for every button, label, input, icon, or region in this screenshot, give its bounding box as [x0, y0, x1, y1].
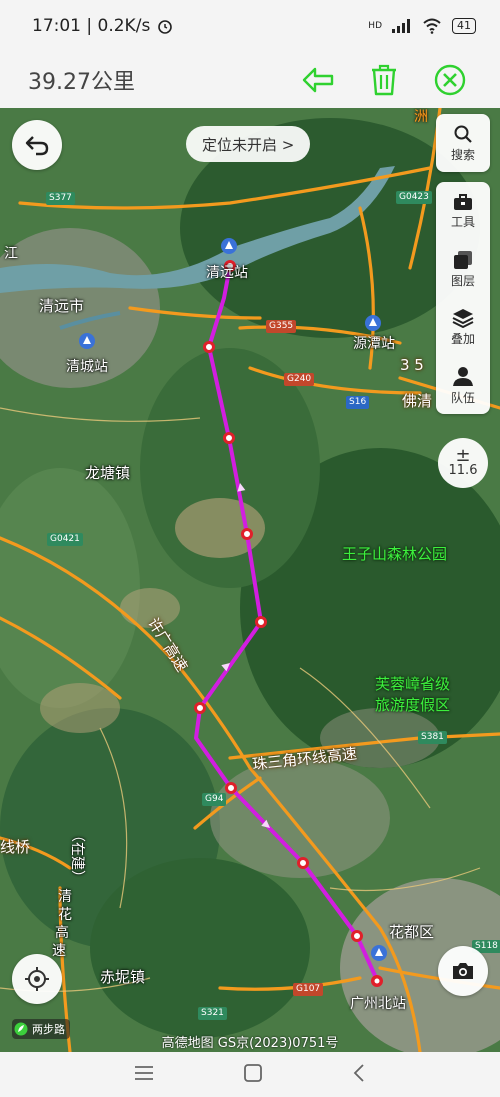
signal-icon [392, 19, 410, 33]
hd-label: HD [368, 21, 382, 31]
nav-home-button[interactable] [243, 1063, 263, 1087]
close-button[interactable] [428, 58, 472, 102]
label-furong-2: 旅游度假区 [375, 696, 451, 714]
shield-g94: G94 [202, 793, 227, 806]
label-yuantan-station: 源潭站 [353, 336, 395, 352]
shield-s321: S321 [198, 1007, 227, 1020]
label-three-five: 3 5 [400, 356, 424, 374]
locate-me-button[interactable] [12, 954, 62, 1004]
back-chevron-icon [353, 1063, 364, 1082]
tool-toolbox-label: 工具 [450, 214, 475, 229]
tool-layers[interactable]: 图层 [436, 240, 490, 298]
nav-back-button[interactable] [352, 1063, 366, 1087]
team-icon [453, 366, 473, 386]
crosshair-icon [25, 967, 49, 991]
tool-overlay[interactable]: 叠加 [436, 298, 490, 356]
label-qinghua-3: 高 [55, 925, 69, 941]
shield-g355: G355 [266, 320, 297, 333]
app-bar: 39.27公里 [0, 52, 500, 108]
label-qinghua-2: 花 [58, 907, 72, 923]
search-panel: 搜索 [436, 114, 490, 172]
shield-s381: S381 [418, 731, 447, 744]
tools-panel: 工具 图层 叠加 队伍 [436, 182, 490, 414]
layers-icon [454, 250, 472, 269]
tool-layers-label: 图层 [450, 273, 475, 288]
zoom-control[interactable]: ± 11.6 [438, 438, 488, 488]
label-river-jiang: 江 [4, 246, 18, 262]
camera-icon [453, 963, 473, 979]
shield-g0421: G0421 [47, 533, 83, 546]
map-back-button[interactable] [12, 120, 62, 170]
map-view[interactable]: 清远站 清远市 清城站 源潭站 龙塘镇 王子山森林公园 芙蓉嶂省级 旅游度假区 … [0, 108, 500, 1052]
label-wangzishan: 王子山森林公园 [342, 545, 448, 563]
shield-g107: G107 [293, 983, 324, 996]
label-top: 洲 [414, 109, 428, 125]
battery-indicator: 41 [452, 18, 476, 34]
close-circle-icon [434, 64, 466, 96]
home-square-icon [244, 1063, 262, 1082]
tool-search-label: 搜索 [450, 147, 475, 162]
shield-g240: G240 [284, 373, 315, 386]
map-credit: 高德地图 GS京(2023)0751号 [161, 1036, 339, 1051]
shield-s16: S16 [346, 396, 370, 409]
location-disabled-text: 定位未开启 > [202, 135, 295, 154]
arrow-left-icon [302, 67, 334, 93]
delete-button[interactable] [362, 58, 406, 102]
label-qingyuan-station: 清远站 [206, 265, 248, 281]
zoom-sign: ± [455, 445, 471, 466]
tool-toolbox[interactable]: 工具 [436, 182, 490, 240]
label-qingcheng-station: 清城站 [66, 359, 108, 375]
zoom-level: 11.6 [448, 463, 478, 478]
stack-icon [452, 308, 474, 328]
label-fo-qing: 佛清 [402, 392, 433, 410]
track-distance: 39.27公里 [28, 70, 135, 95]
camera-button[interactable] [438, 946, 488, 996]
tool-search[interactable]: 搜索 [436, 114, 490, 172]
tool-team-label: 队伍 [450, 390, 475, 405]
system-nav-bar [0, 1052, 500, 1097]
label-qinghua-1: 清 [58, 889, 72, 905]
status-time-speed: 17:01 | 0.2K/s [32, 16, 151, 36]
label-qinghua-4: 速 [52, 943, 66, 959]
label-guangzhou-north: 广州北站 [350, 996, 406, 1012]
wifi-icon [423, 18, 441, 34]
label-xianqiao: 线桥 [0, 838, 31, 856]
menu-icon [135, 1065, 154, 1080]
label-huadu: 花都区 [389, 923, 435, 941]
toolbox-icon [454, 193, 472, 210]
return-icon [25, 136, 49, 156]
label-longtang: 龙塘镇 [85, 464, 131, 482]
back-arrow-button[interactable] [296, 58, 340, 102]
trash-icon [372, 64, 396, 96]
search-icon [454, 125, 472, 143]
shield-s377: S377 [46, 192, 75, 205]
status-bar: 17:01 | 0.2K/s HD 41 [0, 0, 500, 52]
location-disabled-pill[interactable]: 定位未开启 > [186, 126, 311, 162]
shield-g0423: G0423 [396, 191, 432, 204]
tool-team[interactable]: 队伍 [436, 356, 490, 414]
label-chini: 赤坭镇 [100, 968, 146, 986]
label-qingyuan-city: 清远市 [39, 297, 85, 315]
satellite-map [0, 108, 500, 1052]
label-furong-1: 芙蓉嶂省级 [375, 675, 451, 693]
tool-overlay-label: 叠加 [450, 331, 475, 346]
alarm-icon [158, 20, 173, 34]
label-zaijian: （在建） [69, 828, 85, 884]
nav-menu-button[interactable] [134, 1065, 154, 1085]
